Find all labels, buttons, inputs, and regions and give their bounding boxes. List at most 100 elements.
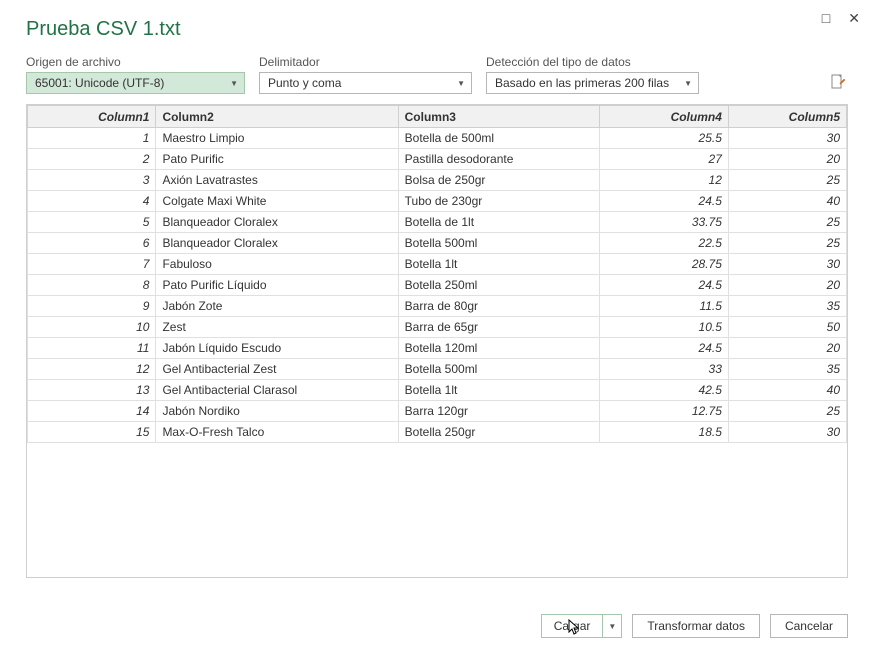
cell: Tubo de 230gr [398,191,600,212]
col-header[interactable]: Column3 [398,106,600,128]
table-row[interactable]: 2Pato PurificPastilla desodorante2720 [28,149,847,170]
cell: Fabuloso [156,254,398,275]
cell: 30 [728,422,846,443]
chevron-down-icon: ▼ [230,79,238,88]
cell: Colgate Maxi White [156,191,398,212]
col-header[interactable]: Column1 [28,106,156,128]
cell: Barra 120gr [398,401,600,422]
cell: Jabón Zote [156,296,398,317]
preview-table: Column1 Column2 Column3 Column4 Column5 … [26,104,848,578]
chevron-down-icon: ▼ [684,79,692,88]
edit-settings-button[interactable] [828,71,848,93]
cell: 27 [600,149,728,170]
cell: Bolsa de 250gr [398,170,600,191]
table-row[interactable]: 4Colgate Maxi WhiteTubo de 230gr24.540 [28,191,847,212]
cell: 40 [728,380,846,401]
cell: Botella 500ml [398,233,600,254]
cell: 35 [728,296,846,317]
cell: 11.5 [600,296,728,317]
chevron-down-icon: ▼ [457,79,465,88]
table-row[interactable]: 7FabulosoBotella 1lt28.7530 [28,254,847,275]
delimiter-label: Delimitador [259,55,472,69]
cell: 2 [28,149,156,170]
cell: 15 [28,422,156,443]
cell: Axión Lavatrastes [156,170,398,191]
chevron-down-icon[interactable]: ▼ [603,622,621,631]
cell: 42.5 [600,380,728,401]
cell: 30 [728,128,846,149]
cell: 1 [28,128,156,149]
cell: 20 [728,338,846,359]
cell: 20 [728,275,846,296]
page-title: Prueba CSV 1.txt [26,18,848,41]
col-header[interactable]: Column4 [600,106,728,128]
table-row[interactable]: 15Max-O-Fresh TalcoBotella 250gr18.530 [28,422,847,443]
cell: 13 [28,380,156,401]
cell: Blanqueador Cloralex [156,212,398,233]
cell: 10.5 [600,317,728,338]
cell: Gel Antibacterial Zest [156,359,398,380]
cell: 10 [28,317,156,338]
cell: 50 [728,317,846,338]
transform-button[interactable]: Transformar datos [632,614,760,638]
cell: Botella 120ml [398,338,600,359]
table-row[interactable]: 8Pato Purific LíquidoBotella 250ml24.520 [28,275,847,296]
detect-dropdown[interactable]: Basado en las primeras 200 filas ▼ [486,72,699,94]
table-row[interactable]: 13Gel Antibacterial ClarasolBotella 1lt4… [28,380,847,401]
table-row[interactable]: 5Blanqueador CloralexBotella de 1lt33.75… [28,212,847,233]
cell: Botella de 1lt [398,212,600,233]
cell: 9 [28,296,156,317]
cancel-button[interactable]: Cancelar [770,614,848,638]
table-row[interactable]: 11Jabón Líquido EscudoBotella 120ml24.52… [28,338,847,359]
cell: 24.5 [600,275,728,296]
maximize-icon[interactable]: □ [822,10,830,27]
cell: Zest [156,317,398,338]
table-row[interactable]: 12Gel Antibacterial ZestBotella 500ml333… [28,359,847,380]
load-button[interactable]: Cargar ▼ [541,614,623,638]
table-row[interactable]: 14Jabón NordikoBarra 120gr12.7525 [28,401,847,422]
detect-value: Basado en las primeras 200 filas [495,76,669,90]
detect-label: Detección del tipo de datos [486,55,699,69]
cell: Pato Purific Líquido [156,275,398,296]
cell: Max-O-Fresh Talco [156,422,398,443]
cell: Barra de 65gr [398,317,600,338]
load-label: Cargar [554,619,591,633]
cell: Botella 1lt [398,254,600,275]
cell: 25.5 [600,128,728,149]
cell: 20 [728,149,846,170]
cell: Pato Purific [156,149,398,170]
cell: 40 [728,191,846,212]
cell: 6 [28,233,156,254]
cell: 30 [728,254,846,275]
cell: 5 [28,212,156,233]
cell: 25 [728,212,846,233]
document-edit-icon [830,74,846,90]
col-header[interactable]: Column2 [156,106,398,128]
cell: 8 [28,275,156,296]
table-row[interactable]: 3Axión LavatrastesBolsa de 250gr1225 [28,170,847,191]
cell: 25 [728,401,846,422]
table-row[interactable]: 9Jabón ZoteBarra de 80gr11.535 [28,296,847,317]
delimiter-dropdown[interactable]: Punto y coma ▼ [259,72,472,94]
cell: 24.5 [600,338,728,359]
table-row[interactable]: 10ZestBarra de 65gr10.550 [28,317,847,338]
cell: 14 [28,401,156,422]
col-header[interactable]: Column5 [728,106,846,128]
origin-value: 65001: Unicode (UTF-8) [35,76,164,90]
cell: 24.5 [600,191,728,212]
table-row[interactable]: 6Blanqueador CloralexBotella 500ml22.525 [28,233,847,254]
cell: Maestro Limpio [156,128,398,149]
cell: Barra de 80gr [398,296,600,317]
cell: 11 [28,338,156,359]
table-row[interactable]: 1Maestro LimpioBotella de 500ml25.530 [28,128,847,149]
cell: 12 [600,170,728,191]
origin-dropdown[interactable]: 65001: Unicode (UTF-8) ▼ [26,72,245,94]
cell: 25 [728,233,846,254]
close-icon[interactable]: ✕ [848,10,860,27]
cell: Botella 250gr [398,422,600,443]
cell: Botella 500ml [398,359,600,380]
cell: 35 [728,359,846,380]
cell: 33 [600,359,728,380]
cell: 28.75 [600,254,728,275]
cell: 4 [28,191,156,212]
